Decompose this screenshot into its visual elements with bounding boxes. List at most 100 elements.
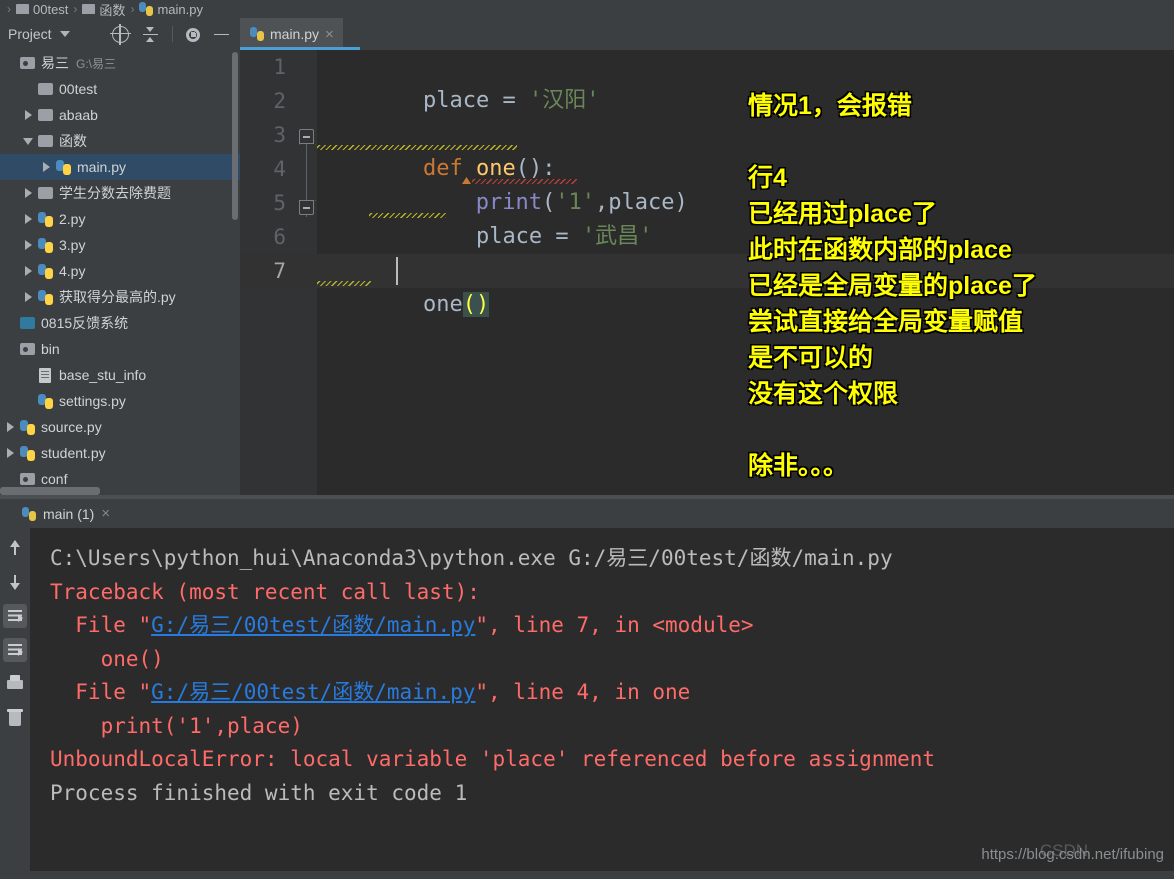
scroll-up-icon[interactable]	[3, 536, 27, 560]
console-error-line: File "G:/易三/00test/函数/main.py", line 4, …	[50, 676, 1174, 710]
tree-item-获取得分最高的.py[interactable]: 获取得分最高的.py	[0, 284, 240, 310]
tree-item-3.py[interactable]: 3.py	[0, 232, 240, 258]
console-file-link[interactable]: G:/易三/00test/函数/main.py	[151, 613, 475, 637]
tab-main-py[interactable]: main.py ×	[240, 18, 360, 50]
collapse-all-icon[interactable]	[142, 26, 159, 43]
expand-arrow-icon[interactable]	[24, 214, 32, 224]
warning-squiggle	[317, 145, 517, 150]
tree-twisty[interactable]	[20, 137, 36, 145]
expand-arrow-icon[interactable]	[24, 292, 32, 302]
locate-icon[interactable]	[110, 23, 131, 45]
scroll-to-end-icon[interactable]	[3, 638, 27, 662]
expand-arrow-icon[interactable]	[24, 240, 32, 250]
code-editor[interactable]: 1 2 3 4 5 6 7 place = '汉阳' def one(): pr…	[240, 50, 1174, 495]
console-text: File "	[50, 680, 152, 704]
tree-twisty[interactable]	[20, 188, 36, 198]
fold-end-icon[interactable]	[299, 200, 314, 215]
tree-item-label: 0815反馈系统	[41, 315, 129, 331]
clear-all-icon[interactable]	[3, 706, 27, 730]
tree-item-2.py[interactable]: 2.py	[0, 206, 240, 232]
tree-item-label: 00test	[59, 81, 98, 97]
tree-item-label: 3.py	[59, 237, 86, 253]
tree-twisty[interactable]	[20, 240, 36, 250]
tree-item-label: main.py	[77, 159, 127, 175]
tree-item-0815反馈系统[interactable]: 0815反馈系统	[0, 310, 240, 336]
tree-item-source.py[interactable]: source.py	[0, 414, 240, 440]
tree-item-4.py[interactable]: 4.py	[0, 258, 240, 284]
project-file-tree[interactable]: 易三 G:\易三 00test abaab 函数 main.py 学生分数去除费题 2.py 3…	[0, 50, 240, 495]
console-error-line: UnboundLocalError: local variable 'place…	[50, 743, 1174, 777]
line-number: 6	[273, 225, 286, 249]
python-file-icon	[37, 289, 53, 305]
expand-arrow-icon[interactable]	[24, 266, 32, 276]
warning-triangle-icon	[462, 177, 471, 184]
console-error-line: one()	[50, 643, 1174, 677]
tree-twisty[interactable]	[38, 162, 54, 172]
expand-arrow-icon[interactable]	[24, 188, 32, 198]
expand-arrow-icon[interactable]	[24, 110, 32, 120]
breadcrumb-item-hanshu[interactable]: 函数	[82, 0, 125, 18]
python-file-icon	[19, 419, 35, 435]
expand-arrow-icon[interactable]	[42, 162, 50, 172]
chevron-down-icon[interactable]	[59, 31, 70, 37]
tree-item-settings.py[interactable]: settings.py	[0, 388, 240, 414]
tab-label: main.py	[270, 26, 320, 42]
tree-twisty[interactable]	[20, 292, 36, 302]
soft-wrap-icon[interactable]	[3, 604, 27, 628]
code-line-7: one()	[317, 254, 1174, 317]
tree-item-label: 4.py	[59, 263, 86, 279]
console-line: Process finished with exit code 1	[50, 777, 1174, 811]
expand-arrow-icon[interactable]	[6, 448, 14, 458]
tree-scrollbar[interactable]	[232, 52, 238, 220]
gear-icon[interactable]	[186, 27, 200, 42]
minimize-icon[interactable]	[213, 26, 230, 43]
code-content[interactable]: place = '汉阳' def one(): print('1',place)…	[317, 50, 1174, 317]
fold-collapse-icon[interactable]	[299, 129, 314, 144]
module-folder-icon	[19, 57, 35, 69]
python-file-icon	[250, 27, 264, 41]
breadcrumb-separator: ›	[7, 2, 11, 16]
folder-icon	[16, 4, 29, 14]
tree-item-base_stu_info[interactable]: base_stu_info	[0, 362, 240, 388]
tree-item-main.py[interactable]: main.py	[0, 154, 240, 180]
tree-item-label: bin	[41, 341, 60, 357]
status-bar	[0, 871, 1174, 879]
line-number: 2	[273, 89, 286, 113]
breadcrumb-item-00test[interactable]: 00test	[16, 2, 68, 17]
breadcrumb-separator: ›	[130, 2, 135, 16]
tree-item-label: 学生分数去除费题	[59, 185, 171, 201]
close-icon[interactable]: ×	[325, 27, 334, 42]
tree-twisty[interactable]	[2, 422, 18, 432]
expand-arrow-icon[interactable]	[6, 422, 14, 432]
tree-item-易三[interactable]: 易三 G:\易三	[0, 50, 240, 76]
tree-item-函数[interactable]: 函数	[0, 128, 240, 154]
tree-twisty[interactable]	[20, 214, 36, 224]
line-number: 4	[273, 157, 286, 181]
python-file-icon	[37, 263, 53, 279]
console-output[interactable]: C:\Users\python_hui\Anaconda3\python.exe…	[30, 528, 1174, 879]
console-error-line: print('1',place)	[50, 710, 1174, 744]
tree-twisty[interactable]	[20, 110, 36, 120]
text-file-icon	[39, 367, 51, 383]
close-icon[interactable]: ×	[101, 506, 110, 521]
breadcrumb-label: 函数	[99, 2, 126, 18]
scroll-down-icon[interactable]	[3, 570, 27, 594]
collapse-arrow-icon[interactable]	[23, 137, 33, 145]
breadcrumb-item-mainpy[interactable]: main.py	[139, 2, 203, 17]
breadcrumb-separator: ›	[73, 2, 78, 16]
tree-item-学生分数去除费题[interactable]: 学生分数去除费题	[0, 180, 240, 206]
console-text: C:\Users\python_hui\Anaconda3\python.exe…	[50, 546, 893, 570]
tree-twisty[interactable]	[20, 266, 36, 276]
tree-item-abaab[interactable]: abaab	[0, 102, 240, 128]
tree-item-label: student.py	[41, 445, 106, 461]
tree-item-bin[interactable]: bin	[0, 336, 240, 362]
run-tab-main[interactable]: main (1) ×	[14, 499, 118, 528]
tree-twisty[interactable]	[2, 448, 18, 458]
tree-horizontal-scrollbar[interactable]	[0, 487, 100, 495]
tree-item-label: conf	[41, 471, 68, 487]
tree-item-student.py[interactable]: student.py	[0, 440, 240, 466]
line-number: 1	[273, 55, 286, 79]
console-file-link[interactable]: G:/易三/00test/函数/main.py	[151, 680, 475, 704]
print-icon[interactable]	[3, 672, 27, 696]
tree-item-00test[interactable]: 00test	[0, 76, 240, 102]
